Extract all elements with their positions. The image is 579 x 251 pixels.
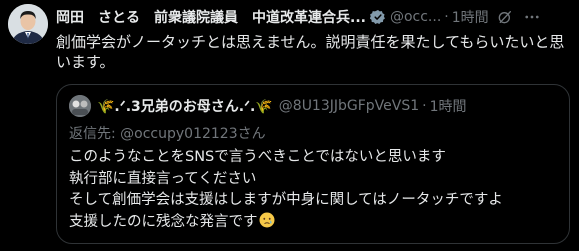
quoted-text-line: そして創価学会は支援はしますが中身に関してはノータッチですよ: [69, 192, 503, 208]
quoted-text-line: 執行部に直接言ってください: [69, 170, 257, 187]
verified-badge-icon: [369, 9, 386, 25]
crying-face-emoji: [259, 212, 275, 228]
grok-icon[interactable]: [497, 9, 513, 25]
tweet-text: 創価学会がノータッチとは思えません。説明責任を果たしてもらいたいと思います。: [56, 33, 565, 71]
quoted-tweet-time[interactable]: 1時間: [430, 96, 467, 116]
reply-to-mention[interactable]: @occupy012123さん: [120, 126, 265, 142]
quoted-author-handle[interactable]: @8U13JJbGFpVeVS1: [279, 98, 419, 114]
quoted-text-line: 支援したのに残念な発言です: [69, 213, 258, 230]
quoted-text-line: このようなことをSNSで言うべきことではないと思います: [69, 149, 446, 165]
quoted-separator-dot: ·: [422, 98, 427, 114]
quoted-tweet-text: このようなことをSNSで言うべきことではないと思います 執行部に直接言ってくださ…: [69, 147, 561, 233]
tweet[interactable]: 岡田 さとる 前衆議院議員 中道改革連合兵... @occ... · 1時間 創…: [0, 0, 579, 251]
author-avatar[interactable]: [8, 4, 48, 44]
author-handle[interactable]: @occ...: [390, 9, 441, 25]
quoted-tweet[interactable]: 🌾.ᐟ.3兄弟のお母さん.ᐟ.🌾 @8U13JJbGFpVeVS1 · 1時間 …: [56, 84, 570, 244]
quoted-tweet-header: 🌾.ᐟ.3兄弟のお母さん.ᐟ.🌾 @8U13JJbGFpVeVS1 · 1時間: [69, 95, 559, 117]
separator-dot: ·: [444, 9, 449, 25]
author-name[interactable]: 岡田 さとる 前衆議院議員 中道改革連合兵...: [56, 7, 366, 27]
more-icon[interactable]: [523, 8, 541, 26]
reply-to-prefix: 返信先:: [69, 126, 121, 142]
quoted-author-avatar[interactable]: [69, 95, 91, 117]
quoted-author-name[interactable]: 🌾.ᐟ.3兄弟のお母さん.ᐟ.🌾: [97, 96, 273, 116]
tweet-header: 岡田 さとる 前衆議院議員 中道改革連合兵... @occ... · 1時間: [56, 6, 571, 28]
tweet-time[interactable]: 1時間: [452, 7, 489, 27]
reply-to-line: 返信先: @occupy012123さん: [69, 123, 266, 143]
